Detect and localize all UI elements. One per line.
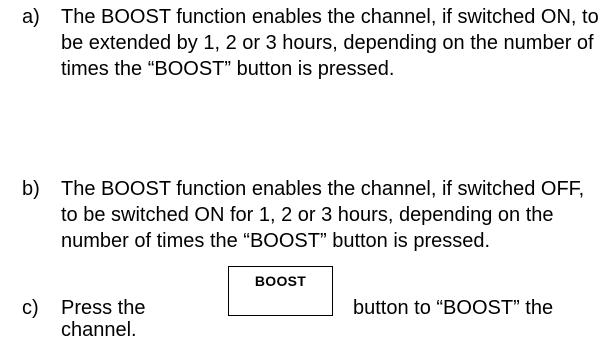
instructions-document: a) The BOOST function enables the channe… <box>0 0 603 341</box>
list-text-c-after: button to “BOOST” the <box>353 297 554 319</box>
list-marker-a: a) <box>22 6 40 28</box>
boost-button-label: BOOST <box>254 273 307 289</box>
list-text-c-continuation: channel. <box>61 319 137 341</box>
list-text-a: The BOOST function enables the channel, … <box>61 6 599 80</box>
list-marker-b: b) <box>22 178 40 200</box>
boost-button-illustration: BOOST <box>228 266 333 316</box>
list-text-b: The BOOST function enables the channel, … <box>61 178 585 252</box>
list-text-c-line: Press the BOOST button to “BOOST” the ch… <box>0 266 603 341</box>
